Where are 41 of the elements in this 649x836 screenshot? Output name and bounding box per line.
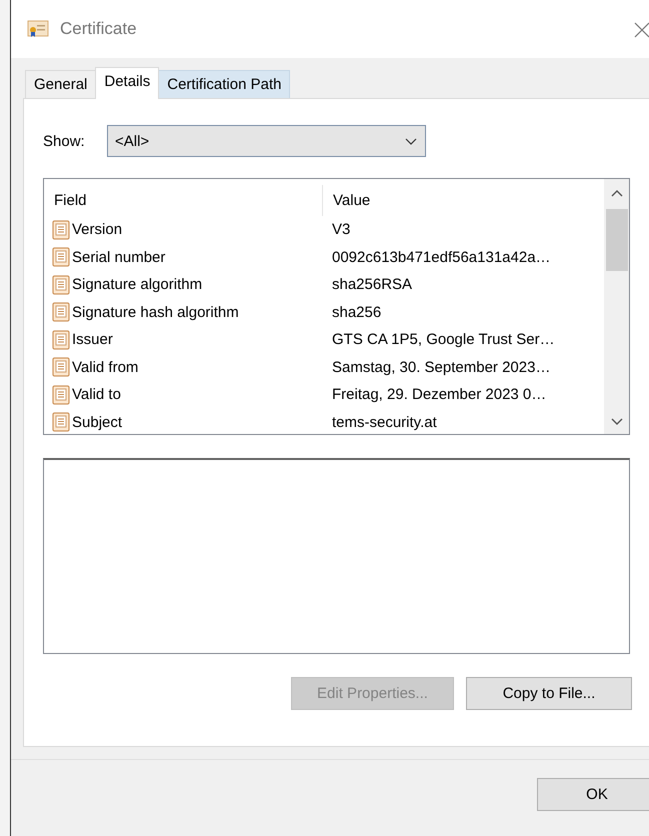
field-name: Valid to (72, 386, 121, 404)
window-title: Certificate (60, 19, 137, 39)
certificate-icon (27, 20, 49, 38)
field-value: 0092c613b471edf56a131a42a… (332, 248, 551, 266)
field-value: tems-security.at (332, 414, 437, 431)
button[interactable]: OK (537, 778, 649, 811)
field-icon (52, 247, 70, 268)
column-header[interactable]: Field (52, 185, 323, 216)
scroll-down-icon[interactable] (610, 418, 622, 426)
field-name: Valid from (72, 358, 138, 376)
tab[interactable]: Details (95, 67, 160, 99)
field-value: V3 (332, 221, 350, 238)
field-icon (52, 357, 70, 378)
button[interactable]: Copy to File... (466, 677, 632, 710)
field-name: Subject (72, 414, 122, 431)
field-icon (52, 384, 70, 405)
column-header[interactable]: Value (323, 185, 370, 216)
tab[interactable]: Certification Path (158, 70, 290, 98)
field-icon (52, 220, 70, 240)
field-name: Issuer (72, 331, 113, 348)
scrollbar-thumb[interactable] (606, 209, 628, 271)
show-label: Show: (43, 132, 86, 150)
field-name: Version (72, 221, 122, 238)
field-icon (52, 302, 70, 322)
chevron-down-icon (405, 138, 417, 144)
tab[interactable]: General (25, 70, 96, 98)
field-value: Samstag, 30. September 2023… (332, 358, 550, 376)
field-value: sha256RSA (332, 276, 412, 294)
field-value: sha256 (332, 304, 382, 321)
field-value: GTS CA 1P5, Google Trust Ser… (332, 331, 555, 348)
field-icon (52, 330, 70, 350)
field-icon (52, 412, 70, 432)
scroll-up-icon[interactable] (610, 189, 622, 197)
field-name: Serial number (72, 248, 166, 266)
scrollbar[interactable] (604, 179, 629, 434)
field-value: Freitag, 29. Dezember 2023 0… (332, 386, 546, 404)
field-name: Signature hash algorithm (72, 304, 239, 321)
field-name: Signature algorithm (72, 276, 202, 294)
close-icon[interactable] (634, 22, 649, 38)
show-dropdown[interactable]: <All> (107, 125, 426, 157)
field-icon (52, 274, 70, 295)
